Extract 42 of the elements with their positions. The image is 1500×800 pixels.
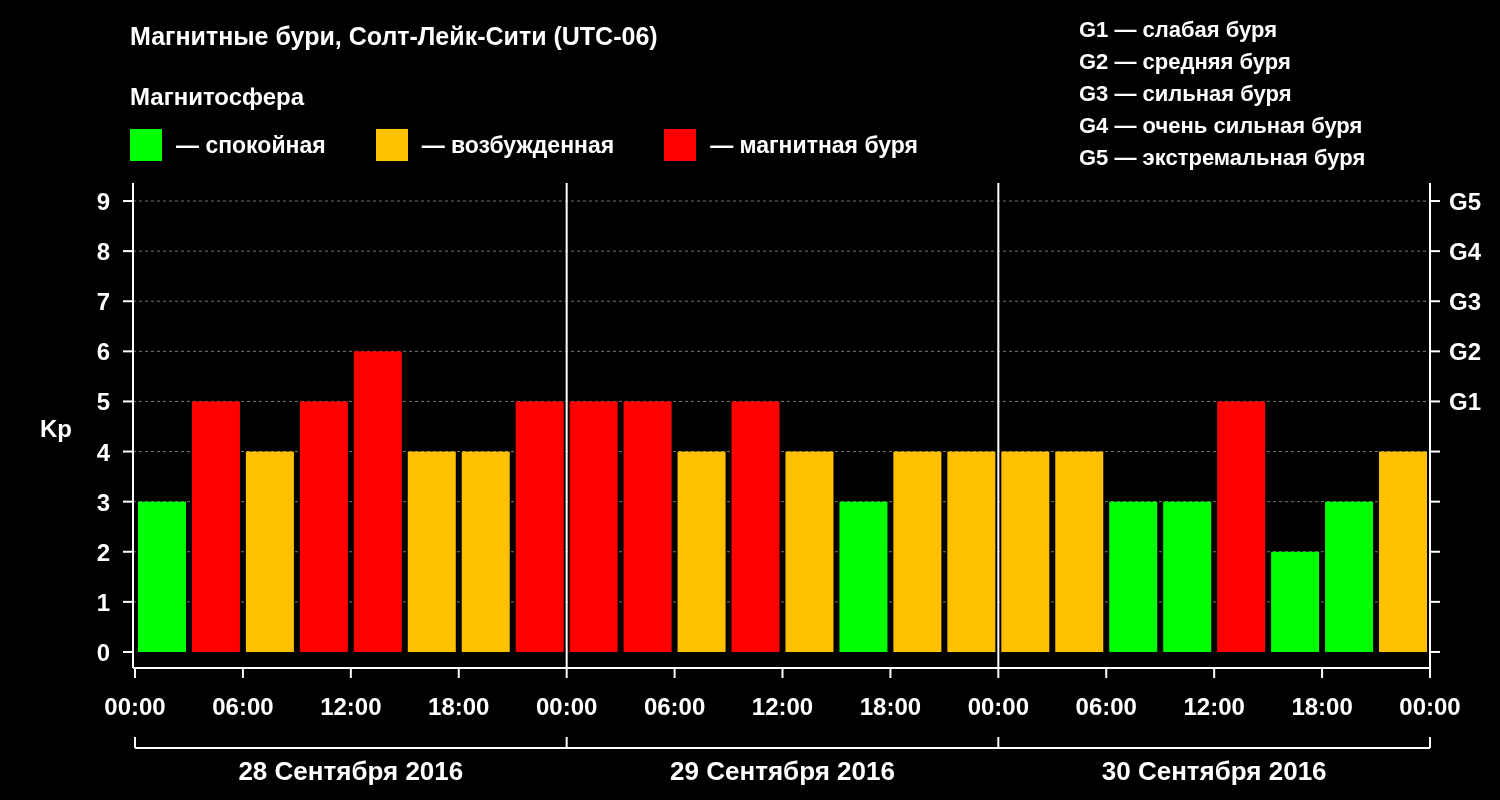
storm-level-label: G3 xyxy=(1449,288,1481,316)
y-tick-label: 4 xyxy=(96,438,110,466)
y-tick-label: 6 xyxy=(96,338,110,366)
x-tick-label: 06:00 xyxy=(643,693,706,720)
storm-level-label: G5 xyxy=(1449,188,1481,216)
scale-legend-line: G5 — экстремальная буря xyxy=(1079,144,1367,172)
y-tick-label: 9 xyxy=(96,188,110,216)
x-tick-label: 18:00 xyxy=(1291,693,1353,720)
storm-level-label: G1 xyxy=(1449,388,1481,416)
y-tick-label: 0 xyxy=(96,638,110,666)
x-tick-label: 12:00 xyxy=(751,693,814,720)
y-tick-label: 3 xyxy=(96,488,110,516)
y-axis-label: Kp xyxy=(40,415,72,442)
scale-legend-line: G1 — слабая буря xyxy=(1079,16,1279,44)
scale-legend-line: G4 — очень сильная буря xyxy=(1079,112,1364,140)
x-tick-label: 06:00 xyxy=(212,693,274,720)
x-tick-label: 06:00 xyxy=(1075,693,1137,720)
x-tick-label: 12:00 xyxy=(320,693,382,720)
legend-title: Магнитосфера xyxy=(130,83,306,111)
y-tick-label: 2 xyxy=(96,538,110,566)
x-tick-label: 18:00 xyxy=(859,693,922,720)
legend-label: — возбужденная xyxy=(421,131,615,159)
chart-title: Магнитные бури, Солт-Лейк-Сити (UTC-06) xyxy=(130,22,659,51)
x-tick-label: 00:00 xyxy=(1399,693,1461,720)
x-tick-label: 00:00 xyxy=(104,693,166,720)
storm-level-label: G4 xyxy=(1449,238,1481,266)
y-tick-label: 8 xyxy=(96,238,110,266)
date-label: 29 Сентября 2016 xyxy=(670,756,895,786)
scale-legend-line: G3 — сильная буря xyxy=(1079,80,1293,108)
x-tick-label: 00:00 xyxy=(535,693,598,720)
x-tick-label: 00:00 xyxy=(967,693,1030,720)
x-tick-label: 18:00 xyxy=(428,693,490,720)
y-tick-label: 7 xyxy=(96,288,110,316)
legend-label: — магнитная буря xyxy=(710,131,918,159)
date-label: 30 Сентября 2016 xyxy=(1101,756,1327,786)
date-label: 28 Сентября 2016 xyxy=(238,756,464,786)
storm-level-label: G2 xyxy=(1449,338,1481,366)
x-tick-label: 12:00 xyxy=(1183,693,1245,720)
y-tick-label: 5 xyxy=(96,388,110,416)
scale-legend-line: G2 — средняя буря xyxy=(1079,48,1292,76)
y-tick-label: 1 xyxy=(96,588,110,616)
legend-label: — спокойная xyxy=(176,131,326,159)
